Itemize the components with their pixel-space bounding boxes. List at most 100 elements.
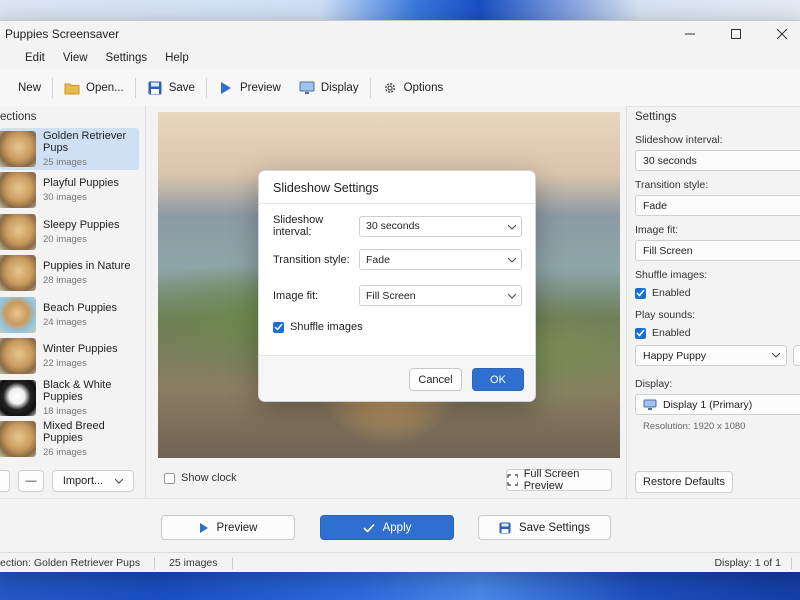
sounds-label: Play sounds:: [635, 309, 696, 321]
full-screen-preview-label: Full Screen Preview: [523, 468, 580, 492]
toolbar-separator: [369, 77, 371, 98]
toolbar-separator: [205, 77, 207, 98]
dialog-transition-row: Transition style: Fade: [273, 249, 523, 270]
collection-text: Black & White Puppies 18 images: [43, 379, 139, 417]
full-screen-preview-button[interactable]: Full Screen Preview: [506, 468, 612, 492]
dialog-fit-label: Image fit:: [273, 289, 319, 302]
open-label: Open...: [86, 81, 124, 94]
transition-field[interactable]: Fade: [635, 195, 800, 216]
settings-header: Settings: [635, 111, 677, 123]
status-separator: [231, 556, 233, 569]
close-icon: [777, 29, 787, 39]
collection-text: Sleepy Puppies 20 images: [43, 219, 119, 245]
display-select-value: Display 1 (Primary): [663, 398, 753, 411]
interval-field[interactable]: 30 seconds: [635, 150, 800, 171]
minimize-icon: [685, 33, 695, 35]
preview-toolbar-label: Preview: [239, 81, 281, 94]
shuffle-checkbox[interactable]: Enabled: [627, 287, 800, 299]
collection-item[interactable]: Beach Puppies 24 images: [0, 294, 139, 336]
collection-item[interactable]: Sleepy Puppies 20 images: [0, 211, 139, 253]
menu-bar: Edit View Settings Help: [0, 47, 800, 69]
dialog-footer: Cancel OK: [259, 355, 535, 401]
add-collection-button[interactable]: [0, 470, 10, 492]
dialog-fit-row: Image fit: Fill Screen: [273, 285, 523, 306]
collection-list: Golden Retriever Pups 25 images Playful Pu…: [0, 128, 145, 460]
menu-help[interactable]: Help: [156, 52, 198, 64]
play-sound-button[interactable]: [793, 345, 800, 366]
play-icon: [199, 522, 208, 533]
save-settings-button[interactable]: Save Settings: [478, 515, 611, 540]
collection-name: Puppies in Nature: [43, 260, 131, 273]
fit-field[interactable]: Fill Screen: [635, 240, 800, 261]
status-separator: [791, 556, 792, 569]
title-bar: Puppies Screensaver: [0, 21, 800, 47]
desktop-wallpaper-top: [0, 0, 800, 20]
show-clock-label: Show clock: [181, 472, 237, 484]
sidebar-header: ections: [0, 111, 37, 123]
dialog-cancel-button[interactable]: Cancel: [409, 368, 462, 391]
settings-panel: Settings Slideshow interval: 30 seconds …: [627, 106, 800, 498]
minimize-button[interactable]: [667, 21, 713, 47]
maximize-button[interactable]: [713, 21, 759, 47]
status-display: Display: 1 of 1: [714, 556, 781, 569]
collection-thumbnail: [0, 379, 36, 416]
menu-settings[interactable]: Settings: [97, 52, 157, 64]
apply-label: Apply: [382, 521, 412, 534]
play-icon: [218, 80, 234, 96]
collection-thumbnail: [0, 172, 36, 209]
save-button[interactable]: Save: [138, 74, 204, 102]
collection-item[interactable]: Mixed Breed Puppies 26 images: [0, 419, 139, 461]
menu-edit[interactable]: Edit: [16, 52, 54, 64]
chevron-down-icon: [508, 293, 516, 299]
dialog-interval-select[interactable]: 30 seconds: [359, 215, 522, 237]
display-select[interactable]: Display 1 (Primary): [635, 394, 800, 415]
import-button[interactable]: Import...: [52, 470, 134, 492]
collection-item[interactable]: Black & White Puppies 18 images: [0, 377, 139, 419]
dialog-shuffle-checkbox[interactable]: Shuffle images: [273, 321, 523, 333]
display-button[interactable]: Display: [290, 74, 368, 102]
open-button[interactable]: Open...: [55, 74, 133, 102]
restore-defaults-button[interactable]: Restore Defaults: [635, 471, 733, 493]
collection-name: Sleepy Puppies: [43, 218, 120, 231]
sound-select[interactable]: Happy Puppy: [635, 345, 787, 366]
monitor-icon: [643, 399, 657, 410]
dialog-shuffle-label: Shuffle images: [290, 321, 363, 333]
collection-name: Beach Puppies: [43, 301, 117, 314]
collection-count: 24 images: [43, 316, 87, 328]
chevron-down-icon: [772, 353, 780, 358]
fit-label: Image fit:: [635, 224, 679, 236]
shuffle-value: Enabled: [652, 287, 691, 299]
menu-view[interactable]: View: [54, 52, 97, 64]
dialog-transition-select[interactable]: Fade: [359, 249, 522, 270]
status-count: 25 images: [169, 556, 218, 569]
new-button[interactable]: New: [0, 74, 50, 102]
collection-item[interactable]: Puppies in Nature 28 images: [0, 253, 139, 295]
display-label: Display: [320, 81, 359, 94]
collection-thumbnail: [0, 296, 36, 333]
show-clock-checkbox[interactable]: Show clock: [164, 472, 237, 484]
save-label: Save: [168, 81, 195, 94]
options-button[interactable]: Options: [373, 74, 453, 102]
sounds-checkbox[interactable]: Enabled: [627, 327, 800, 339]
close-button[interactable]: [759, 21, 800, 47]
preview-toolbar-button[interactable]: Preview: [209, 74, 290, 102]
collection-text: Playful Puppies 30 images: [43, 177, 119, 203]
preview-button[interactable]: Preview: [161, 515, 295, 540]
collection-item[interactable]: Winter Puppies 22 images: [0, 336, 139, 378]
dialog-ok-button[interactable]: OK: [472, 368, 524, 391]
collection-name: Winter Puppies: [43, 343, 118, 356]
dialog-fit-select[interactable]: Fill Screen: [359, 285, 522, 306]
collection-count: 20 images: [43, 233, 87, 245]
collection-item[interactable]: Golden Retriever Pups 25 images: [0, 128, 139, 170]
apply-button[interactable]: Apply: [320, 515, 454, 540]
window-title: Puppies Screensaver: [5, 27, 120, 41]
display-label-settings: Display:: [635, 378, 673, 390]
checkmark-icon: [363, 523, 375, 533]
gear-icon: [382, 80, 398, 96]
remove-collection-button[interactable]: —: [18, 470, 44, 492]
collection-name: Playful Puppies: [43, 177, 119, 190]
collection-item[interactable]: Playful Puppies 30 images: [0, 170, 139, 212]
desktop-wallpaper-bottom: [0, 572, 800, 600]
import-label: Import...: [62, 475, 104, 487]
save-icon: [499, 522, 511, 533]
